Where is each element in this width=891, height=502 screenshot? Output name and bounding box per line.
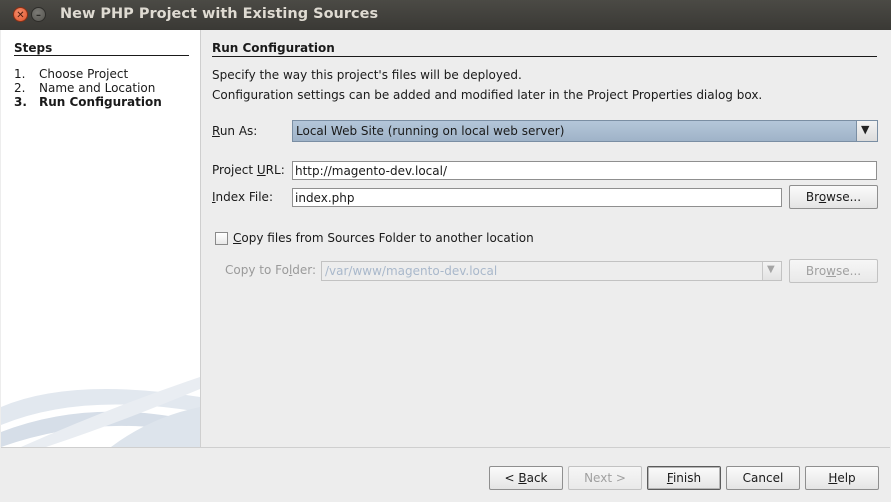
copy-files-label[interactable]: Copy files from Sources Folder to anothe… [233, 231, 534, 245]
close-icon[interactable]: ✕ [13, 7, 28, 22]
run-as-selected-value: Local Web Site (running on local web ser… [296, 124, 565, 138]
description-line-2: Configuration settings can be added and … [212, 88, 763, 102]
chevron-down-icon: ▼ [767, 264, 775, 275]
copy-to-folder-combo[interactable]: /var/www/magento-dev.local ▼ [321, 261, 782, 281]
steps-panel: Steps 1. Choose Project 2. Name and Locati… [1, 30, 200, 447]
content-heading: Run Configuration [212, 41, 335, 55]
cancel-button[interactable]: Cancel [726, 466, 800, 490]
help-button[interactable]: Help [805, 466, 879, 490]
chevron-down-icon: ▼ [861, 123, 870, 136]
step-choose-project: 1. Choose Project [14, 67, 128, 81]
browse-index-file-button[interactable]: Browse... [789, 185, 878, 209]
description-line-1: Specify the way this project's files wil… [212, 68, 522, 82]
copy-files-checkbox[interactable] [215, 232, 228, 245]
steps-divider [14, 55, 189, 56]
step-label: Name and Location [39, 81, 156, 95]
step-name-and-location: 2. Name and Location [14, 81, 155, 95]
index-file-input[interactable] [292, 188, 782, 207]
step-run-configuration: 3. Run Configuration [14, 95, 162, 109]
run-as-dropdown-button[interactable]: ▼ [856, 121, 877, 141]
index-file-label: Index File: [212, 190, 273, 204]
window-title: New PHP Project with Existing Sources [60, 6, 379, 22]
project-url-label: Project URL: [212, 163, 285, 177]
step-number: 1. [14, 67, 26, 81]
step-label: Choose Project [39, 67, 129, 81]
copy-to-folder-label: Copy to Folder: [225, 263, 317, 277]
minimize-icon[interactable]: – [31, 7, 46, 22]
next-button[interactable]: Next > [568, 466, 642, 490]
decorative-swoosh-image [1, 377, 200, 447]
copy-to-folder-value: /var/www/magento-dev.local [325, 264, 498, 278]
finish-button[interactable]: Finish [647, 466, 721, 490]
browse-copy-folder-button[interactable]: Browse... [789, 259, 878, 283]
content-divider [212, 56, 877, 57]
step-label: Run Configuration [39, 95, 162, 109]
run-as-select[interactable]: Local Web Site (running on local web ser… [292, 120, 878, 142]
panel-divider [200, 30, 201, 447]
step-number: 2. [14, 81, 26, 95]
back-button[interactable]: < Back [489, 466, 563, 490]
copy-to-folder-dropdown-button[interactable]: ▼ [762, 262, 781, 280]
run-as-label: Run As: [212, 124, 258, 138]
steps-heading: Steps [14, 41, 53, 55]
step-number: 3. [14, 95, 27, 109]
title-bar[interactable]: ✕ – New PHP Project with Existing Source… [0, 0, 891, 30]
project-url-input[interactable] [292, 161, 877, 180]
dialog-window: ✕ – New PHP Project with Existing Source… [0, 0, 891, 502]
